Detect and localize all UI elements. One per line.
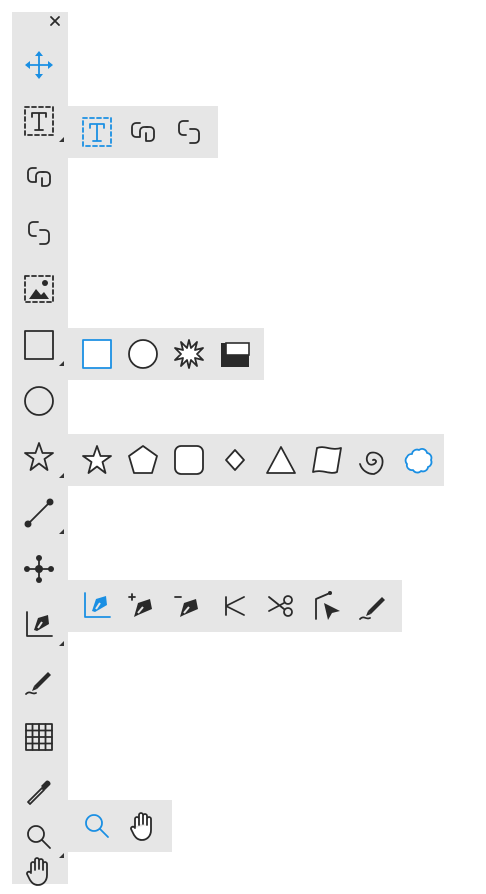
rounded-square-flyout-item[interactable] xyxy=(166,437,212,483)
triangle-flyout-item[interactable] xyxy=(258,437,304,483)
diamond-flyout-item[interactable] xyxy=(212,437,258,483)
direct-select-icon xyxy=(315,591,340,620)
circle-icon xyxy=(24,386,54,416)
starburst-icon xyxy=(174,339,204,369)
unlink-frames-flyout-item[interactable] xyxy=(166,109,212,155)
zoom-flyout-item[interactable] xyxy=(74,803,120,849)
move-icon xyxy=(25,51,53,79)
line-tool[interactable] xyxy=(16,490,64,536)
unlink-icon xyxy=(28,221,50,245)
text-tools-flyout xyxy=(68,106,218,158)
ellipse-tool[interactable] xyxy=(16,378,62,424)
close-icon[interactable] xyxy=(48,14,62,28)
pencil-icon xyxy=(25,672,51,695)
zoom-tools-flyout xyxy=(68,800,172,852)
hand-icon xyxy=(130,812,152,841)
direct-select-flyout-item[interactable] xyxy=(304,583,350,629)
node-tool[interactable] xyxy=(16,546,62,592)
star-flyout-item[interactable] xyxy=(74,437,120,483)
text-frame-tool[interactable] xyxy=(74,109,120,155)
scissors-flyout-item[interactable] xyxy=(258,583,304,629)
scissors-icon xyxy=(268,595,293,617)
text-tool[interactable] xyxy=(16,98,64,144)
starburst-flyout-item[interactable] xyxy=(166,331,212,377)
star-icon xyxy=(82,445,112,474)
nodes-icon xyxy=(24,555,54,583)
cloud-icon xyxy=(404,448,433,474)
cloud-flyout-item[interactable] xyxy=(396,437,442,483)
ellipse-flyout-item[interactable] xyxy=(120,331,166,377)
link-frames-flyout-item[interactable] xyxy=(120,109,166,155)
image-icon xyxy=(24,275,54,303)
rectangle-flyout-item[interactable] xyxy=(74,331,120,377)
polygon-tools-flyout xyxy=(68,434,444,486)
hand-tool[interactable] xyxy=(16,848,62,894)
flyout-indicator xyxy=(59,137,64,142)
bezier-pen-icon xyxy=(26,611,53,637)
magnifier-icon xyxy=(85,814,109,838)
wave-rectangle-icon xyxy=(312,446,342,474)
pencil-flyout-item[interactable] xyxy=(350,583,396,629)
link-frames-tool[interactable] xyxy=(16,154,62,200)
rounded-square-icon xyxy=(174,445,204,475)
remove-anchor-flyout-item[interactable] xyxy=(166,583,212,629)
pen-flyout-item[interactable] xyxy=(74,583,120,629)
pen-tool[interactable] xyxy=(16,602,64,648)
table-tool[interactable] xyxy=(16,714,62,760)
pen-tools-flyout xyxy=(68,580,402,632)
tools-panel xyxy=(12,12,68,886)
rectangle-tool[interactable] xyxy=(16,322,64,368)
unlink-icon xyxy=(178,120,200,144)
circle-icon xyxy=(128,339,158,369)
flyout-indicator xyxy=(59,529,64,534)
star-icon xyxy=(24,442,54,471)
star-tool[interactable] xyxy=(16,434,64,480)
flyout-indicator xyxy=(59,473,64,478)
line-icon xyxy=(24,498,54,528)
rectangle-icon xyxy=(24,330,54,360)
add-anchor-icon xyxy=(128,593,152,617)
text-icon xyxy=(24,106,54,136)
shadow-rectangle-icon xyxy=(221,342,250,367)
unlink-frames-tool[interactable] xyxy=(16,210,62,256)
wave-rectangle-flyout-item[interactable] xyxy=(304,437,350,483)
pencil-icon xyxy=(359,597,385,620)
hand-flyout-item[interactable] xyxy=(120,803,166,849)
hand-icon xyxy=(26,857,48,886)
grid-icon xyxy=(25,723,53,751)
pencil-tool[interactable] xyxy=(16,658,62,704)
shape-tools-flyout xyxy=(68,328,264,380)
pentagon-icon xyxy=(128,445,158,474)
remove-anchor-icon xyxy=(174,596,198,617)
spiral-flyout-item[interactable] xyxy=(350,437,396,483)
move-tool[interactable] xyxy=(16,42,62,88)
link-icon xyxy=(27,167,51,187)
diamond-icon xyxy=(225,449,245,471)
bezier-pen-icon xyxy=(84,592,111,618)
triangle-icon xyxy=(266,446,296,474)
eyedropper-icon xyxy=(27,780,51,805)
flyout-indicator xyxy=(59,641,64,646)
rectangle-icon xyxy=(82,339,112,369)
add-anchor-flyout-item[interactable] xyxy=(120,583,166,629)
text-frame-icon xyxy=(82,117,112,147)
convert-anchor-icon xyxy=(225,596,245,616)
convert-anchor-flyout-item[interactable] xyxy=(212,583,258,629)
image-tool[interactable] xyxy=(16,266,62,312)
spiral-icon xyxy=(359,451,384,475)
pentagon-flyout-item[interactable] xyxy=(120,437,166,483)
link-icon xyxy=(131,122,155,142)
eyedropper-tool[interactable] xyxy=(16,770,62,816)
shadow-rectangle-flyout-item[interactable] xyxy=(212,331,258,377)
flyout-indicator xyxy=(59,361,64,366)
